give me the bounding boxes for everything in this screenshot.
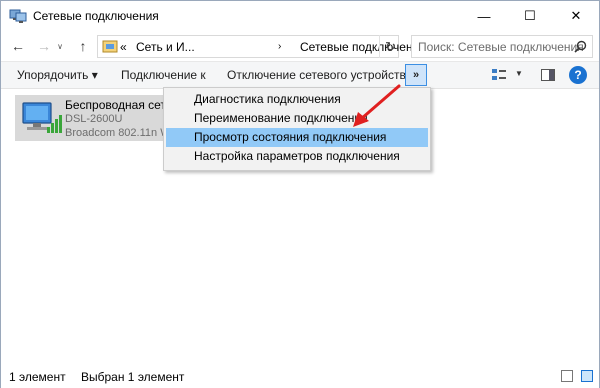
breadcrumb-item[interactable]: Сеть и И...	[136, 40, 195, 54]
preview-pane-icon[interactable]	[541, 69, 555, 81]
breadcrumb-overflow[interactable]: «	[120, 40, 127, 54]
explorer-window: Сетевые подключения — ☐ ✕ ← → ∨ ↑ « Сеть…	[0, 0, 600, 388]
view-dropdown-icon[interactable]: ▼	[515, 69, 523, 78]
search-icon	[574, 40, 587, 53]
address-row: ← → ∨ ↑ « Сеть и И... › Сетевые подключе…	[1, 31, 599, 61]
connect-to-button[interactable]: Подключение к	[121, 68, 206, 82]
close-button[interactable]: ✕	[553, 1, 599, 31]
maximize-button[interactable]: ☐	[507, 1, 553, 31]
wireless-adapter-icon	[22, 102, 62, 133]
refresh-button[interactable]: ↻	[379, 35, 401, 58]
item-count: 1 элемент	[9, 370, 66, 384]
organize-button[interactable]: Упорядочить ▾	[17, 68, 98, 82]
connection-name: Беспроводная сеть	[65, 98, 173, 112]
annotation-arrow-icon	[353, 84, 401, 127]
connection-item-wireless[interactable]: Беспроводная сеть DSL-2600U Broadcom 802…	[15, 95, 172, 141]
back-button[interactable]: ←	[9, 35, 27, 57]
help-icon[interactable]: ?	[569, 66, 587, 84]
status-bar: 1 элемент Выбран 1 элемент	[1, 364, 599, 388]
title-bar: Сетевые подключения — ☐ ✕	[1, 1, 599, 31]
large-icons-view-icon[interactable]	[581, 370, 593, 382]
forward-button[interactable]: →	[35, 35, 53, 57]
up-button[interactable]: ↑	[75, 35, 91, 57]
network-folder-icon	[102, 40, 118, 53]
window-title: Сетевые подключения	[33, 9, 159, 23]
address-bar[interactable]: « Сеть и И... › Сетевые подключения › ∨	[97, 35, 459, 58]
breadcrumb-separator-icon[interactable]: ›	[278, 41, 281, 52]
recent-locations-chevron-icon[interactable]: ∨	[55, 35, 65, 57]
menu-item-change-settings[interactable]: Настройка параметров подключения	[166, 147, 428, 166]
connection-device: Broadcom 802.11n W	[65, 127, 171, 139]
disable-device-button[interactable]: Отключение сетевого устройства	[227, 68, 412, 82]
network-connections-icon	[9, 9, 27, 23]
connection-network: DSL-2600U	[65, 113, 123, 125]
search-placeholder: Поиск: Сетевые подключения	[418, 40, 584, 54]
change-view-icon[interactable]	[491, 68, 507, 82]
search-input[interactable]: Поиск: Сетевые подключения	[411, 35, 593, 58]
minimize-button[interactable]: —	[461, 1, 507, 31]
selection-count: Выбран 1 элемент	[81, 370, 185, 384]
command-bar: Упорядочить ▾ Подключение к Отключение с…	[1, 61, 599, 89]
details-view-icon[interactable]	[561, 370, 573, 382]
breadcrumb-item[interactable]: Сетевые подключения	[300, 40, 426, 54]
